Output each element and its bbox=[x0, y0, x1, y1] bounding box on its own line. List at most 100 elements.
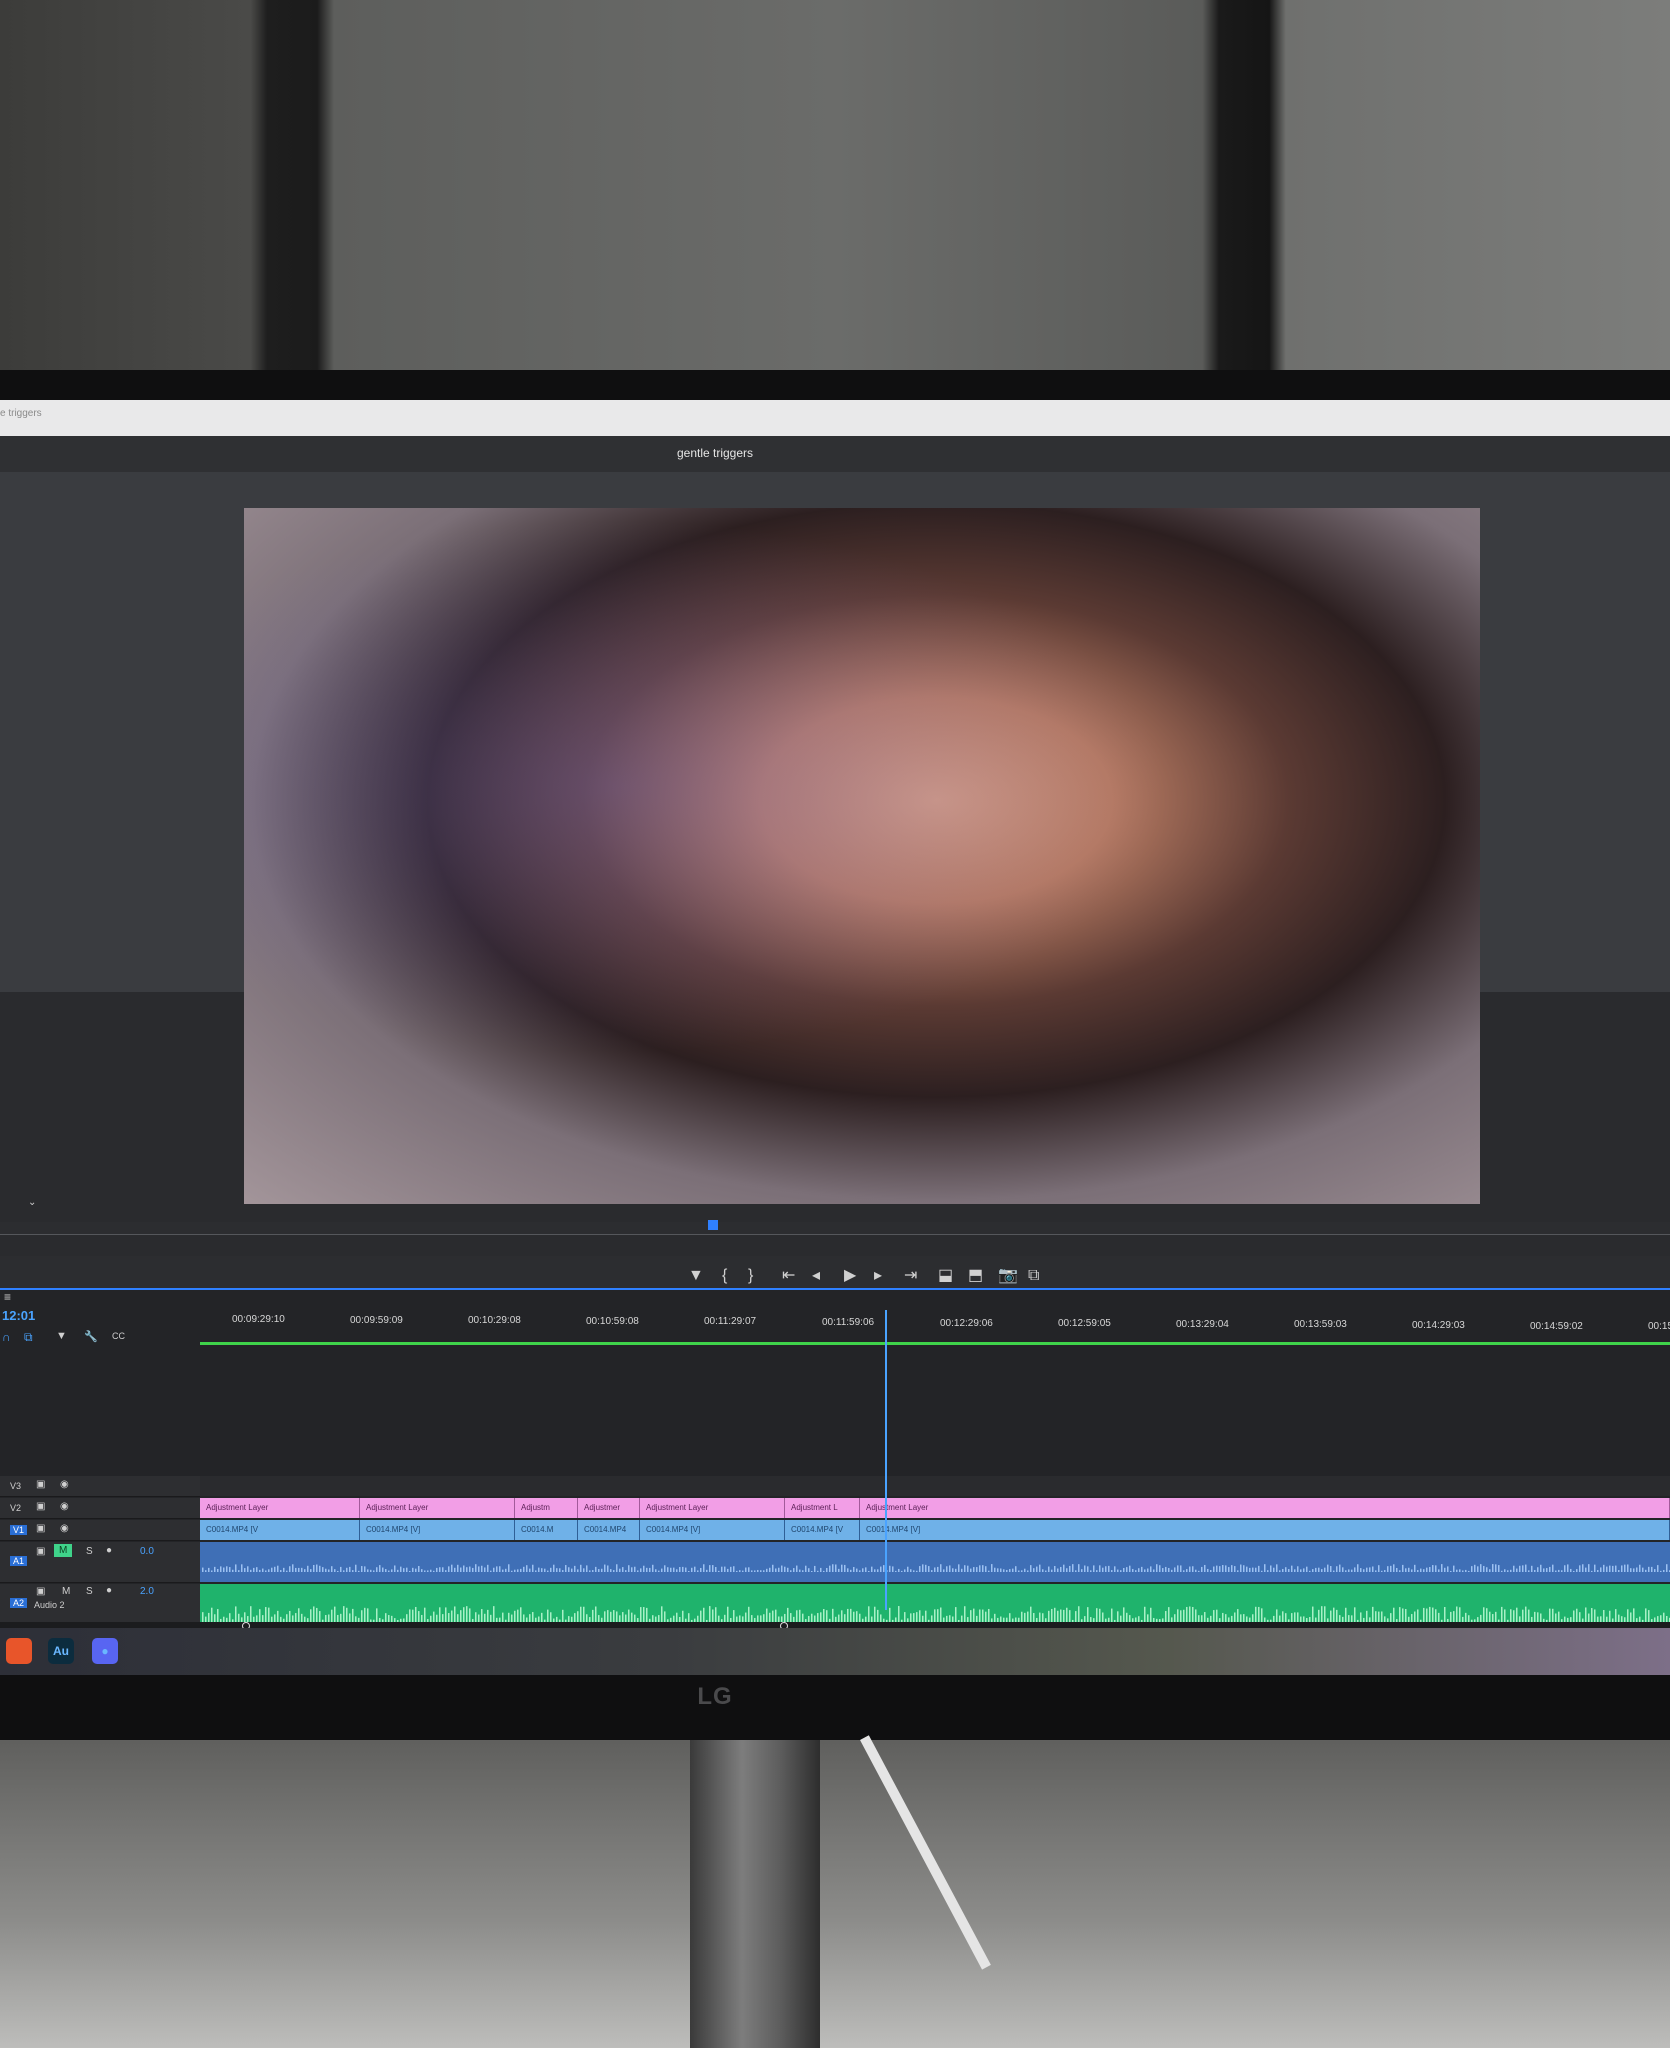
video-clip[interactable]: C0014.MP4 [V bbox=[200, 1520, 360, 1540]
waveform-bar-a2 bbox=[406, 1614, 408, 1622]
waveform-bar-a1 bbox=[1273, 1567, 1275, 1572]
track-lane-v3[interactable] bbox=[200, 1476, 1670, 1496]
adjustment-layer-clip[interactable]: Adjustment Layer bbox=[640, 1498, 785, 1518]
waveform-bar-a1 bbox=[943, 1569, 945, 1572]
timeline-ruler[interactable]: 00:09:29:10 00:09:59:09 00:10:29:08 00:10:5… bbox=[200, 1310, 1670, 1344]
waveform-bar-a2 bbox=[1099, 1608, 1101, 1622]
timeline-timecode[interactable]: 12:01 bbox=[2, 1308, 35, 1323]
waveform-bar-a1 bbox=[505, 1568, 507, 1572]
track-lane-v2[interactable]: Adjustment Layer Adjustment Layer Adjustm A… bbox=[200, 1498, 1670, 1518]
waveform-bar-a1 bbox=[442, 1567, 444, 1572]
waveform-bar-a1 bbox=[214, 1566, 216, 1572]
mute-button[interactable]: M bbox=[62, 1586, 70, 1597]
track-label-a2[interactable]: A2 bbox=[10, 1598, 28, 1608]
microphone-icon[interactable]: ● bbox=[106, 1545, 112, 1556]
solo-button[interactable]: S bbox=[86, 1546, 93, 1557]
work-area-bar[interactable] bbox=[200, 1342, 1670, 1345]
waveform-bar-a1 bbox=[538, 1567, 540, 1572]
video-clip[interactable]: C0014.MP4 [V] bbox=[640, 1520, 785, 1540]
video-clip[interactable]: C0014.MP4 bbox=[578, 1520, 640, 1540]
track-label-v1[interactable]: V1 bbox=[10, 1525, 28, 1535]
add-marker-icon[interactable]: ▼ bbox=[56, 1330, 67, 1342]
waveform-bar-a1 bbox=[1126, 1567, 1128, 1572]
audition-icon[interactable]: Au bbox=[48, 1638, 74, 1664]
mark-in-icon[interactable]: { bbox=[722, 1266, 727, 1286]
sync-lock-icon[interactable]: ▣ bbox=[36, 1586, 45, 1597]
step-back-icon[interactable]: ◂ bbox=[812, 1266, 820, 1286]
waveform-bar-a1 bbox=[1540, 1564, 1542, 1572]
program-playhead-marker[interactable] bbox=[708, 1220, 718, 1230]
eye-icon[interactable]: ◉ bbox=[60, 1523, 69, 1534]
video-clip[interactable]: C0014.MP4 [V bbox=[785, 1520, 860, 1540]
waveform-bar-a1 bbox=[667, 1567, 669, 1572]
adjustment-layer-clip[interactable]: Adjustment Layer bbox=[860, 1498, 1670, 1518]
eye-icon[interactable]: ◉ bbox=[60, 1479, 69, 1490]
waveform-bar-a2 bbox=[1297, 1612, 1299, 1622]
browser-tab[interactable]: e triggers bbox=[0, 408, 42, 419]
step-forward-icon[interactable]: ▸ bbox=[874, 1266, 882, 1286]
snap-icon[interactable]: ∩ bbox=[2, 1330, 11, 1344]
waveform-bar-a2 bbox=[268, 1607, 270, 1622]
waveform-bar-a1 bbox=[1534, 1569, 1536, 1572]
play-icon[interactable]: ▶ bbox=[844, 1266, 856, 1286]
solo-button[interactable]: S bbox=[86, 1586, 93, 1597]
track-volume-a2[interactable]: 2.0 bbox=[140, 1586, 154, 1597]
sync-lock-icon[interactable]: ▣ bbox=[36, 1546, 45, 1557]
adjustment-layer-clip[interactable]: Adjustmer bbox=[578, 1498, 640, 1518]
waveform-bar-a2 bbox=[1102, 1612, 1104, 1622]
microphone-icon[interactable]: ● bbox=[106, 1585, 112, 1596]
film-icon[interactable]: ▣ bbox=[36, 1479, 45, 1490]
mark-out-icon[interactable]: } bbox=[748, 1266, 753, 1286]
compare-icon[interactable]: ⧉ bbox=[1028, 1266, 1039, 1286]
discord-icon[interactable]: ● bbox=[92, 1638, 118, 1664]
film-icon[interactable]: ▣ bbox=[36, 1523, 45, 1534]
panel-menu-icon[interactable]: ≡ bbox=[4, 1290, 11, 1304]
film-icon[interactable]: ▣ bbox=[36, 1501, 45, 1512]
export-frame-icon[interactable]: 📷 bbox=[998, 1266, 1018, 1286]
mute-button[interactable]: M bbox=[54, 1544, 73, 1557]
adjustment-layer-clip[interactable]: Adjustment L bbox=[785, 1498, 860, 1518]
waveform-bar-a1 bbox=[1591, 1570, 1593, 1572]
waveform-bar-a1 bbox=[409, 1570, 411, 1572]
waveform-bar-a1 bbox=[1033, 1568, 1035, 1572]
waveform-bar-a2 bbox=[616, 1611, 618, 1622]
waveform-bar-a2 bbox=[1375, 1611, 1377, 1622]
program-monitor-ruler[interactable] bbox=[0, 1222, 1670, 1235]
marker-icon[interactable]: ▼ bbox=[688, 1266, 704, 1286]
waveform-bar-a2 bbox=[1144, 1606, 1146, 1622]
track-label-a1[interactable]: A1 bbox=[10, 1556, 28, 1566]
extract-icon[interactable]: ⬒ bbox=[968, 1266, 983, 1286]
waveform-bar-a1 bbox=[928, 1566, 930, 1572]
timeline-playhead[interactable] bbox=[885, 1310, 887, 1610]
waveform-bar-a1 bbox=[1123, 1567, 1125, 1572]
video-clip[interactable]: C0014.MP4 [V] bbox=[860, 1520, 1670, 1540]
track-volume-a1[interactable]: 0.0 bbox=[140, 1546, 154, 1557]
waveform-bar-a2 bbox=[445, 1607, 447, 1622]
waveform-bar-a1 bbox=[712, 1565, 714, 1572]
go-to-out-icon[interactable]: ⇥ bbox=[904, 1266, 917, 1286]
zoom-dropdown[interactable]: ⌄ bbox=[0, 1196, 40, 1214]
waveform-bar-a2 bbox=[1489, 1611, 1491, 1622]
waveform-bar-a1 bbox=[1267, 1570, 1269, 1572]
waveform-bar-a1 bbox=[526, 1565, 528, 1572]
waveform-bar-a2 bbox=[748, 1606, 750, 1622]
waveform-bar-a1 bbox=[871, 1566, 873, 1572]
waveform-bar-a1 bbox=[1384, 1570, 1386, 1572]
captions-icon[interactable]: CC bbox=[112, 1331, 125, 1341]
video-clip[interactable]: C0014.MP4 [V] bbox=[360, 1520, 515, 1540]
eye-icon[interactable]: ◉ bbox=[60, 1501, 69, 1512]
waveform-bar-a1 bbox=[811, 1570, 813, 1572]
firefox-icon[interactable] bbox=[6, 1638, 32, 1664]
go-to-in-icon[interactable]: ⇤ bbox=[782, 1266, 795, 1286]
video-clip[interactable]: C0014.M bbox=[515, 1520, 578, 1540]
waveform-bar-a1 bbox=[733, 1566, 735, 1572]
track-lane-v1[interactable]: C0014.MP4 [V C0014.MP4 [V] C0014.M C0014.MP… bbox=[200, 1520, 1670, 1540]
waveform-bar-a1 bbox=[1024, 1568, 1026, 1572]
adjustment-layer-clip[interactable]: Adjustm bbox=[515, 1498, 578, 1518]
adjustment-layer-clip[interactable]: Adjustment Layer bbox=[360, 1498, 515, 1518]
adjustment-layer-clip[interactable]: Adjustment Layer bbox=[200, 1498, 360, 1518]
lift-icon[interactable]: ⬓ bbox=[938, 1266, 953, 1286]
linked-selection-icon[interactable]: ⧉ bbox=[24, 1330, 33, 1345]
settings-wrench-icon[interactable]: 🔧 bbox=[84, 1330, 98, 1343]
track-label-v3: V3 bbox=[10, 1481, 22, 1491]
